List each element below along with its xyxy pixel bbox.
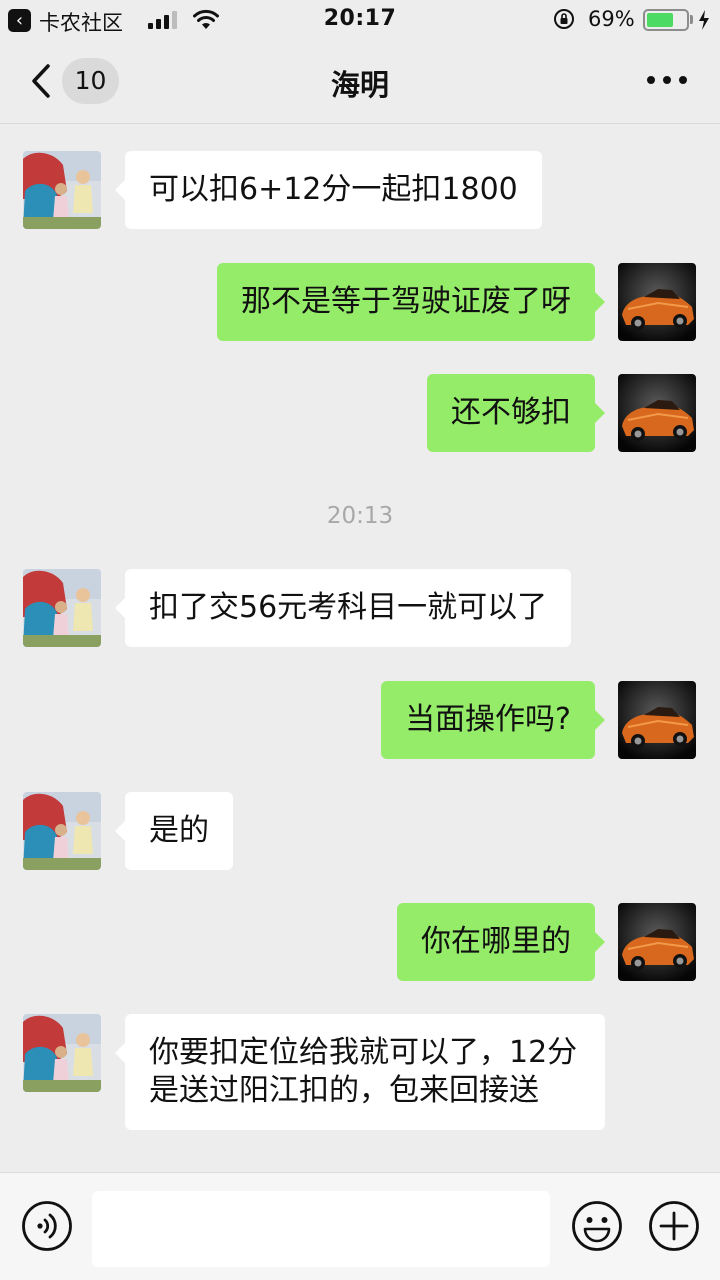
outgoing-message-bubble[interactable]: 还不够扣 <box>427 374 605 452</box>
more-icon[interactable] <box>645 76 689 86</box>
outgoing-message-bubble[interactable]: 当面操作吗? <box>381 681 605 759</box>
input-bar <box>0 1172 720 1280</box>
battery-percent: 69% <box>588 7 635 31</box>
contact-avatar[interactable] <box>23 792 101 870</box>
contact-photo <box>23 1014 101 1092</box>
incoming-message-bubble[interactable]: 是的 <box>115 792 233 870</box>
contact-avatar[interactable] <box>23 151 101 229</box>
my-avatar[interactable] <box>618 903 696 981</box>
my-avatar[interactable] <box>618 263 696 341</box>
battery-icon <box>643 9 689 31</box>
battery-cap <box>690 15 693 24</box>
contact-avatar[interactable] <box>23 569 101 647</box>
outgoing-message-bubble[interactable]: 你在哪里的 <box>397 903 605 981</box>
plus-icon[interactable] <box>648 1200 700 1252</box>
my-photo <box>618 263 696 341</box>
voice-icon[interactable] <box>21 1200 73 1252</box>
my-avatar[interactable] <box>618 374 696 452</box>
contact-photo <box>23 792 101 870</box>
chat-header: 10 海明 <box>0 40 720 124</box>
contact-photo <box>23 151 101 229</box>
my-photo <box>618 374 696 452</box>
my-photo <box>618 681 696 759</box>
status-bar: ‹ 卡农社区 20:17 69% <box>0 0 720 40</box>
battery-fill <box>647 13 673 27</box>
incoming-message-bubble[interactable]: 扣了交56元考科目一就可以了 <box>114 569 572 647</box>
contact-photo <box>23 569 101 647</box>
outgoing-message-bubble[interactable]: 那不是等于驾驶证废了呀 <box>217 263 605 341</box>
emoji-icon[interactable] <box>571 1200 623 1252</box>
incoming-message-bubble[interactable]: 可以扣6+12分一起扣1800 <box>115 151 542 229</box>
orientation-lock-icon <box>554 9 574 29</box>
my-avatar[interactable] <box>618 681 696 759</box>
chat-title: 海明 <box>330 68 389 102</box>
message-input[interactable] <box>92 1191 550 1267</box>
charging-icon <box>699 10 709 30</box>
message-timestamp: 20:13 <box>326 503 394 529</box>
incoming-message-bubble[interactable]: 你要扣定位给我就可以了，12分是送过阳江扣的，包来回接送 <box>115 1014 605 1130</box>
message-list[interactable]: 可以扣6+12分一起扣1800 那不是等于驾驶证废了呀 还不够扣 20:13 扣… <box>0 124 720 1172</box>
my-photo <box>618 903 696 981</box>
contact-avatar[interactable] <box>23 1014 101 1092</box>
